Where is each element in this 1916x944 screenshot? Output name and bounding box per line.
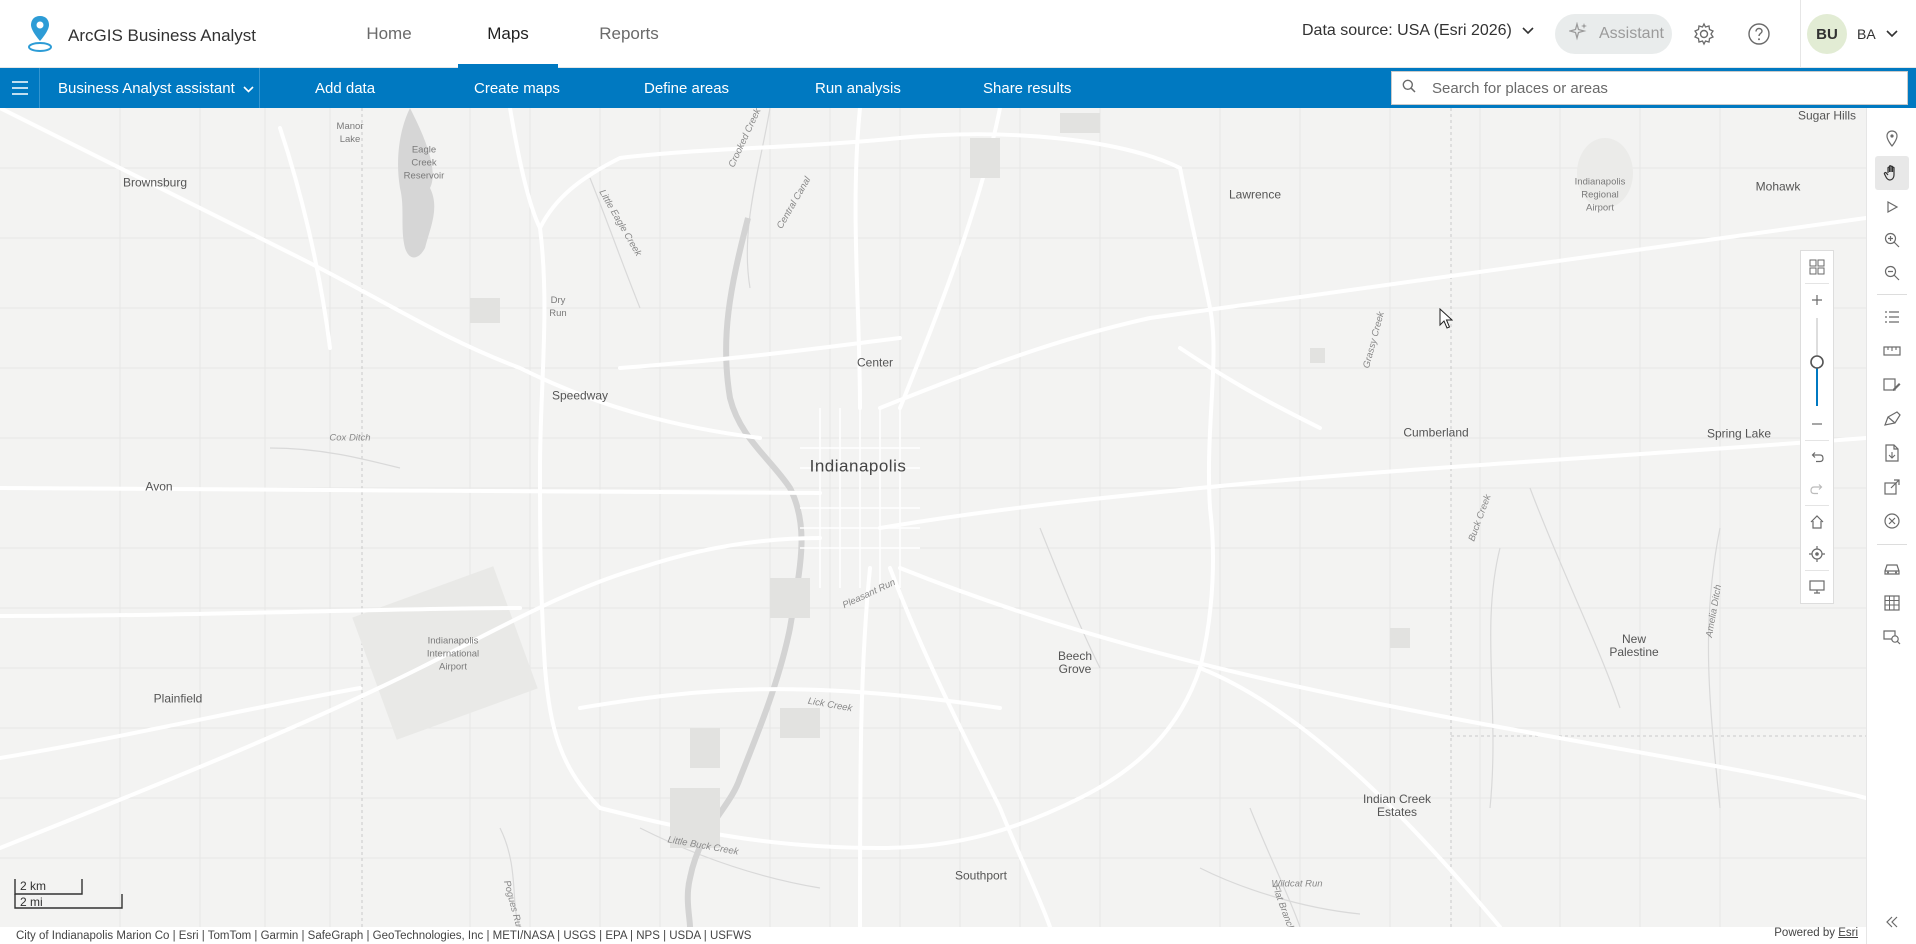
place-label-indianapolis-regional-airport: Indianapolis Regional Airport [1574, 176, 1626, 214]
place-label-eagle-creek-reservoir: Eagle Creek Reservoir [403, 144, 445, 182]
action-bar: Business Analyst assistant Add data Crea… [0, 68, 1916, 108]
data-source-label: Data source: USA (Esri 2026) [1302, 22, 1512, 39]
scale-mi-label: 2 mi [20, 895, 43, 909]
basemap-gallery-icon[interactable] [1801, 251, 1833, 283]
user-menu[interactable]: BU BA [1800, 0, 1916, 68]
avatar: BU [1807, 14, 1847, 54]
place-label-mohawk: Mohawk [1755, 179, 1801, 194]
user-initials: BA [1857, 26, 1876, 42]
place-label-lawrence: Lawrence [1228, 187, 1282, 202]
map-edit-icon[interactable] [1875, 368, 1909, 402]
place-label-indian-creek-estates: Indian Creek Estates [1362, 792, 1432, 819]
place-label-sugar-hills: Sugar Hills [1797, 108, 1857, 123]
place-label-indianapolis: Indianapolis [809, 456, 907, 476]
attribution-text: City of Indianapolis Marion Co | Esri | … [16, 929, 752, 942]
place-label-avon: Avon [145, 479, 173, 494]
brand[interactable]: ArcGIS Business Analyst [26, 14, 256, 57]
top-header: ArcGIS Business Analyst Home Maps Report… [0, 0, 1916, 68]
sketch-icon[interactable] [1875, 402, 1909, 436]
place-label-southport: Southport [954, 868, 1008, 883]
pan-hand-icon[interactable] [1875, 156, 1909, 190]
settings-gear-icon[interactable] [1690, 20, 1718, 48]
place-label-spring-lake: Spring Lake [1706, 426, 1772, 441]
pin-icon[interactable] [1875, 122, 1909, 156]
mouse-cursor-icon [1439, 308, 1453, 329]
tab-reports[interactable]: Reports [594, 0, 664, 68]
right-toolbar [1866, 108, 1916, 944]
search-icon [1402, 79, 1416, 98]
map-zoom-widget [1800, 250, 1834, 604]
chevron-down-icon [1886, 25, 1898, 43]
sparkle-icon [1567, 21, 1589, 47]
place-label-brownsburg: Brownsburg [122, 175, 188, 190]
basemap [0, 108, 1866, 927]
place-label-indianapolis-international-airport: Indianapolis International Airport [426, 635, 480, 673]
map-view[interactable]: Indianapolis Brownsburg Lawrence Speedwa… [0, 108, 1866, 927]
identify-icon[interactable] [1875, 620, 1909, 654]
place-label-center: Center [856, 355, 894, 370]
zoom-out-minus-icon[interactable] [1801, 408, 1833, 440]
powered-by: Powered by Esri [1774, 927, 1858, 939]
scale-bar: 2 km 2 mi [14, 876, 124, 912]
powered-by-label: Powered by [1774, 927, 1835, 939]
data-source-selector[interactable]: Data source: USA (Esri 2026) [1302, 22, 1534, 40]
drive-time-icon[interactable] [1875, 552, 1909, 586]
chevron-down-icon [1522, 22, 1534, 40]
place-label-plainfield: Plainfield [153, 691, 203, 706]
create-maps-button[interactable]: Create maps [474, 68, 560, 108]
place-search [1391, 71, 1908, 105]
place-label-new-palestine: New Palestine [1609, 632, 1659, 659]
place-label-manor-lake: Manor Lake [336, 121, 364, 145]
place-label-speedway: Speedway [551, 388, 609, 403]
collapse-icon[interactable] [1875, 905, 1909, 939]
select-arrow-icon[interactable] [1875, 190, 1909, 224]
search-input[interactable] [1432, 79, 1872, 97]
water-label-cox-ditch: Cox Ditch [329, 432, 371, 444]
app-title: ArcGIS Business Analyst [68, 25, 257, 45]
redo-extent-icon[interactable] [1801, 473, 1833, 505]
tab-maps[interactable]: Maps [458, 0, 558, 68]
measure-icon[interactable] [1875, 334, 1909, 368]
place-label-beech-grove: Beech Grove [1057, 649, 1093, 676]
layer-list-icon[interactable] [1875, 300, 1909, 334]
hamburger-menu-icon[interactable] [0, 68, 40, 108]
presentation-icon[interactable] [1801, 571, 1833, 603]
zoom-in-plus-icon[interactable] [1801, 284, 1833, 316]
define-areas-button[interactable]: Define areas [644, 68, 729, 108]
esri-link[interactable]: Esri [1838, 927, 1858, 939]
help-icon[interactable] [1745, 20, 1773, 48]
assistant-button[interactable]: Assistant [1555, 14, 1672, 54]
share-icon[interactable] [1875, 470, 1909, 504]
zoom-slider[interactable] [1801, 316, 1833, 408]
scale-km-label: 2 km [20, 879, 47, 893]
clear-icon[interactable] [1875, 504, 1909, 538]
chevron-down-icon [243, 80, 254, 97]
place-label-cumberland: Cumberland [1403, 425, 1469, 440]
business-analyst-assistant-dropdown[interactable]: Business Analyst assistant [40, 68, 260, 108]
zoom-in-icon[interactable] [1875, 223, 1909, 257]
home-icon[interactable] [1801, 506, 1833, 538]
tab-home[interactable]: Home [358, 0, 420, 68]
zoom-out-icon[interactable] [1875, 256, 1909, 290]
app-logo-icon [26, 14, 54, 57]
place-label-dry-run: Dry Run [549, 295, 567, 319]
add-data-button[interactable]: Add data [315, 68, 375, 108]
table-icon[interactable] [1875, 586, 1909, 620]
export-icon[interactable] [1875, 436, 1909, 470]
share-results-button[interactable]: Share results [983, 68, 1071, 108]
assistant-label: Assistant [1599, 25, 1664, 42]
assistant-dropdown-label: Business Analyst assistant [58, 79, 235, 97]
locate-icon[interactable] [1801, 538, 1833, 570]
map-attribution: City of Indianapolis Marion Co | Esri | … [0, 927, 1866, 944]
undo-extent-icon[interactable] [1801, 441, 1833, 473]
run-analysis-button[interactable]: Run analysis [815, 68, 901, 108]
